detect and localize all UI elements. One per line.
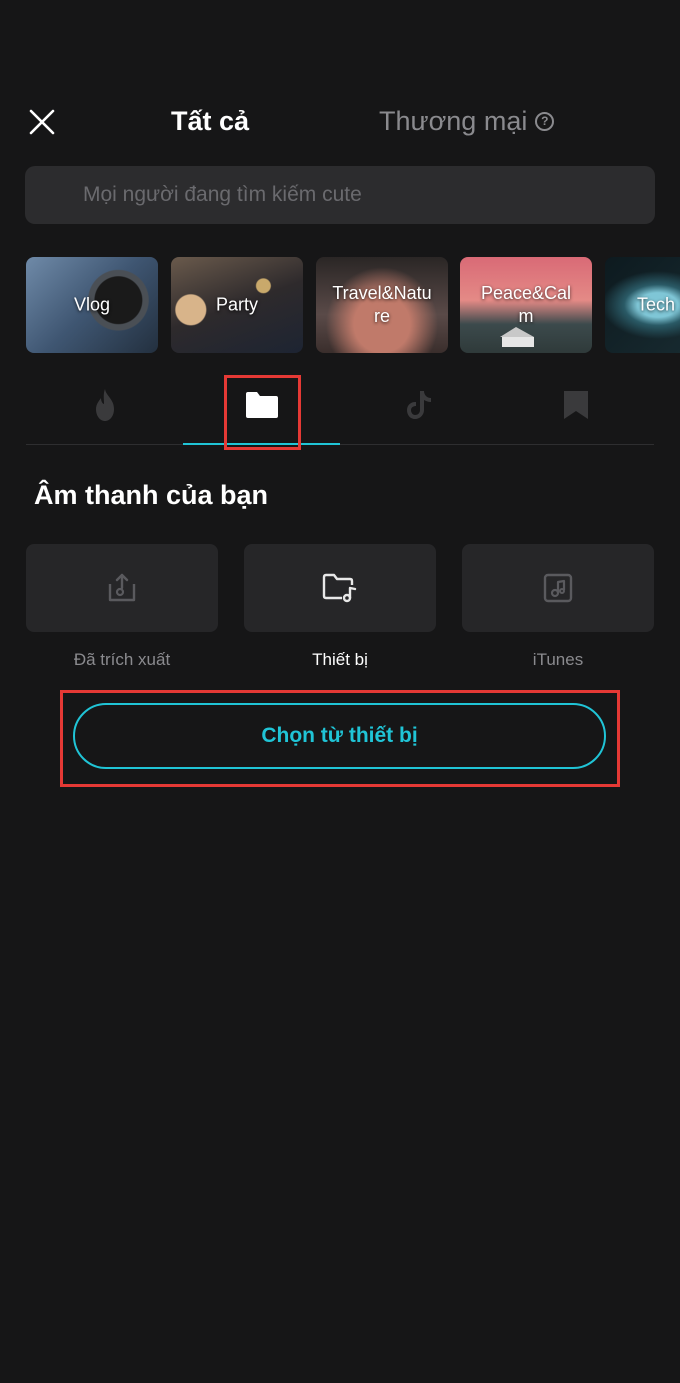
close-button[interactable] [26, 106, 58, 138]
bookmark-icon [563, 391, 588, 419]
tab-commercial[interactable]: Thương mại ? [379, 104, 555, 138]
category-label: Travel&Natu re [316, 282, 448, 328]
source-itunes[interactable]: iTunes [462, 544, 654, 672]
flame-icon [95, 389, 114, 421]
category-label: Vlog [73, 294, 111, 315]
category-label-line: Travel&Natu [332, 283, 432, 303]
source-tile [462, 544, 654, 632]
category-label: Peace&Cal m [460, 282, 592, 328]
category-label: Party [215, 294, 258, 315]
header: Tất cả Thương mại ? [0, 96, 680, 146]
category-party[interactable]: Party [171, 257, 303, 353]
category-vlog[interactable]: Vlog [26, 257, 158, 353]
source-device[interactable]: Thiết bị [244, 544, 436, 672]
tab-commercial-label: Thương mại [379, 106, 528, 136]
extract-icon [108, 573, 136, 602]
tab-tiktok[interactable] [340, 366, 497, 444]
audio-source-list: Đã trích xuất Thiết bị iTunes [26, 544, 654, 674]
tiktok-icon [406, 391, 431, 419]
folder-icon [245, 392, 278, 418]
category-label-line: m [518, 306, 534, 326]
source-label: Thiết bị [312, 650, 368, 669]
tab-all[interactable]: Tất cả [171, 104, 249, 138]
tab-trending[interactable] [26, 366, 183, 444]
category-carousel[interactable]: Vlog Party Travel&Natu re Peace&Cal m Te… [26, 257, 680, 353]
category-label: Tech [637, 294, 676, 315]
icon-tab-bar [26, 366, 654, 445]
category-travel-nature[interactable]: Travel&Natu re [316, 257, 448, 353]
search-input[interactable] [25, 166, 655, 224]
category-peace-calm[interactable]: Peace&Cal m [460, 257, 592, 353]
tab-device-folder[interactable] [183, 366, 340, 445]
category-tech[interactable]: Tech [605, 257, 680, 353]
itunes-icon [543, 573, 573, 603]
question-circle-icon[interactable]: ? [535, 111, 555, 131]
source-label: Đã trích xuất [73, 650, 171, 669]
source-extracted[interactable]: Đã trích xuất [26, 544, 218, 672]
category-label-line: Peace&Cal [480, 283, 572, 303]
close-icon [29, 109, 55, 135]
source-label: iTunes [532, 650, 584, 669]
choose-from-device-button[interactable]: Chọn từ thiết bị [73, 703, 606, 769]
tab-saved[interactable] [497, 366, 654, 444]
category-label-line: re [373, 306, 390, 326]
source-tile [26, 544, 218, 632]
source-tile [244, 544, 436, 632]
section-title: Âm thanh của bạn [34, 480, 269, 510]
folder-music-icon [322, 573, 357, 603]
